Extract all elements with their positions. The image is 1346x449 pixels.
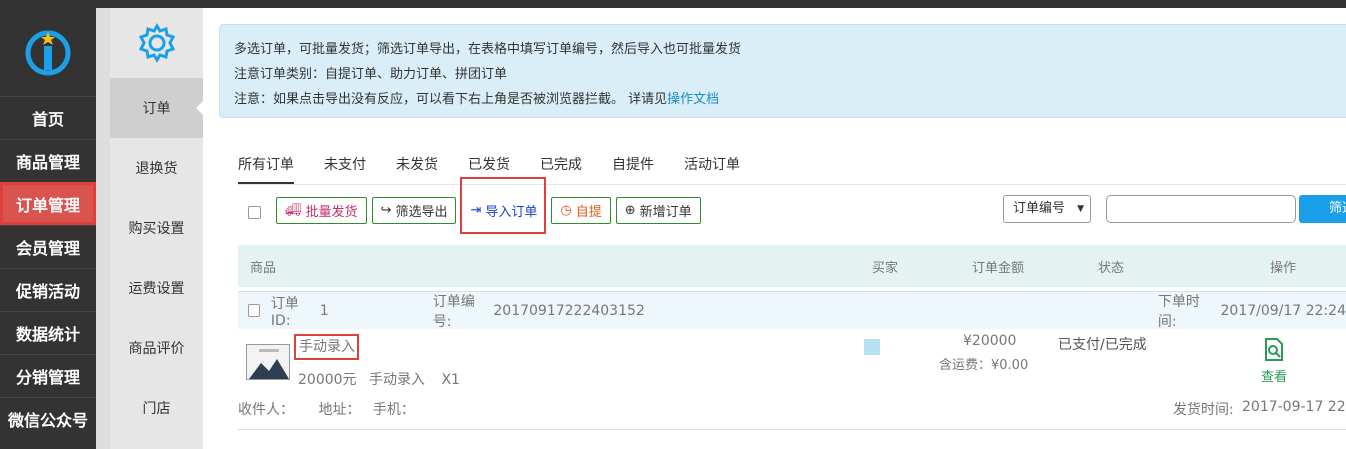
order-time-label: 下单时间: (1157, 293, 1200, 330)
table-header: 商品 买家 订单金额 状态 操作 (238, 245, 1346, 287)
tab-unshipped[interactable]: 未发货 (396, 154, 438, 184)
product-qty: X1 (441, 372, 460, 388)
search-document-icon (1265, 338, 1283, 361)
subnav-item-reviews[interactable]: 商品评价 (110, 318, 203, 378)
sub-sidebar: 订单 退换货 购买设置 运费设置 商品评价 门店 (110, 8, 204, 449)
gear-icon[interactable] (136, 22, 178, 64)
main-content: 多选订单，可批量发货；筛选订单导出，在表格中填写订单编号，然后导入也可批量发货 … (203, 8, 1346, 449)
nav-item-distribution[interactable]: 分销管理 (0, 354, 96, 397)
order-shipping: 含运费：¥0.00 (939, 358, 1029, 373)
tab-divider (238, 184, 1346, 185)
filter-export-button[interactable]: ↪ 筛选导出 (371, 197, 457, 224)
settings-area (110, 8, 203, 78)
order-id: 1 (319, 302, 329, 319)
order-status: 已支付/已完成 (1058, 337, 1147, 353)
search-input[interactable] (1106, 195, 1296, 223)
import-highlight-box (460, 177, 546, 234)
buyer-avatar[interactable] (864, 339, 880, 355)
tab-completed[interactable]: 已完成 (540, 154, 582, 184)
subnav-item-stores[interactable]: 门店 (110, 378, 203, 438)
product-thumbnail[interactable] (246, 344, 290, 380)
product-detail: 20000元 手动录入 X1 (298, 369, 460, 389)
batch-ship-button[interactable]: 🚚︎ 批量发货 (276, 197, 367, 224)
address-label: 地址： (318, 402, 361, 418)
order-id-label: 订单ID: (270, 295, 299, 329)
chevron-down-icon: ▼ (1077, 204, 1084, 214)
new-order-button[interactable]: ⊕ 新增订单 (615, 197, 701, 224)
order-amount: ¥20000 (963, 333, 1017, 349)
product-price: 20000元 (298, 372, 357, 388)
main-sidebar: 首页 商品管理 订单管理 会员管理 促销活动 数据统计 分销管理 微信公众号 (0, 8, 96, 449)
col-product: 商品 (250, 260, 277, 276)
self-pickup-button[interactable]: ◷ 自提 (551, 197, 611, 224)
sidebar-divider (96, 8, 110, 449)
ship-time-label: 发货时间: (1173, 402, 1234, 418)
order-no: 20170917222403152 (493, 302, 645, 319)
self-pickup-label: 自提 (575, 205, 602, 220)
order-row-header: 订单ID: 1 订单编号: 20170917222403152 下单时间: 20… (238, 291, 1346, 330)
order-footer: 收件人： 地址： 手机： 发货时间: 2017-09-17 22:2 (238, 399, 1346, 419)
tab-activity-orders[interactable]: 活动订单 (684, 154, 740, 184)
app-logo[interactable] (0, 8, 96, 96)
subnav-item-purchase-settings[interactable]: 购买设置 (110, 198, 203, 258)
nav-item-orders[interactable]: 订单管理 (0, 182, 96, 225)
search-button[interactable]: 筛选 (1299, 195, 1346, 223)
nav-item-promotions[interactable]: 促销活动 (0, 268, 96, 311)
view-order-label: 查看 (1261, 370, 1288, 385)
subnav-item-shipping-settings[interactable]: 运费设置 (110, 258, 203, 318)
receiver-label: 收件人： (238, 402, 294, 418)
clock-icon: ◷ (560, 203, 572, 218)
nav-item-home[interactable]: 首页 (0, 96, 96, 139)
order-time: 2017/09/17 22:24 (1220, 302, 1346, 319)
col-buyer: 买家 (872, 260, 899, 276)
tab-all-orders[interactable]: 所有订单 (238, 154, 294, 184)
product-name: 手动录入 (369, 372, 425, 388)
search-field-value: 订单编号 (1013, 201, 1066, 216)
truck-icon: 🚚︎ (285, 203, 302, 218)
product-title[interactable]: 手动录入 (294, 334, 359, 360)
col-status: 状态 (1098, 260, 1125, 276)
batch-ship-label: 批量发货 (305, 205, 358, 220)
col-action: 操作 (1270, 260, 1297, 276)
filter-export-label: 筛选导出 (395, 205, 448, 220)
view-order-button[interactable]: 查看 (1261, 338, 1287, 385)
logo-icon (25, 30, 71, 76)
top-bar (0, 0, 1346, 8)
nav-item-products[interactable]: 商品管理 (0, 139, 96, 182)
col-amount: 订单金额 (972, 260, 1025, 276)
notice-line-1: 多选订单，可批量发货；筛选订单导出，在表格中填写订单编号，然后导入也可批量发货 (234, 42, 742, 57)
phone-label: 手机： (372, 402, 415, 418)
row-divider (238, 429, 1346, 430)
tab-self-pickup[interactable]: 自提件 (612, 154, 654, 184)
export-icon: ↪ (380, 203, 392, 218)
plus-circle-icon: ⊕ (624, 203, 636, 218)
nav-item-members[interactable]: 会员管理 (0, 225, 96, 268)
docs-link[interactable]: 操作文档 (667, 92, 719, 107)
select-all-checkbox[interactable] (248, 206, 261, 219)
notice-line-2: 注意订单类别：自提订单、助力订单、拼团订单 (234, 67, 508, 82)
subnav-item-returns[interactable]: 退换货 (110, 138, 203, 198)
notice-line-3: 注意：如果点击导出没有反应，可以看下右上角是否被浏览器拦截。 详请见操作文档 (234, 87, 1346, 112)
order-no-label: 订单编号: (432, 293, 475, 330)
nav-item-wechat[interactable]: 微信公众号 (0, 397, 96, 440)
search-field-select[interactable]: 订单编号 ▼ (1003, 195, 1091, 223)
new-order-label: 新增订单 (639, 205, 692, 220)
ship-time: 2017-09-17 22:2 (1242, 399, 1346, 415)
notice-line-3-text: 注意：如果点击导出没有反应，可以看下右上角是否被浏览器拦截。 详请见 (234, 92, 668, 107)
notice-box: 多选订单，可批量发货；筛选订单导出，在表格中填写订单编号，然后导入也可批量发货 … (219, 24, 1346, 118)
tab-unpaid[interactable]: 未支付 (324, 154, 366, 184)
order-checkbox[interactable] (248, 304, 260, 317)
subnav-item-orders[interactable]: 订单 (110, 78, 204, 138)
product-image (247, 345, 289, 379)
nav-item-statistics[interactable]: 数据统计 (0, 311, 96, 354)
